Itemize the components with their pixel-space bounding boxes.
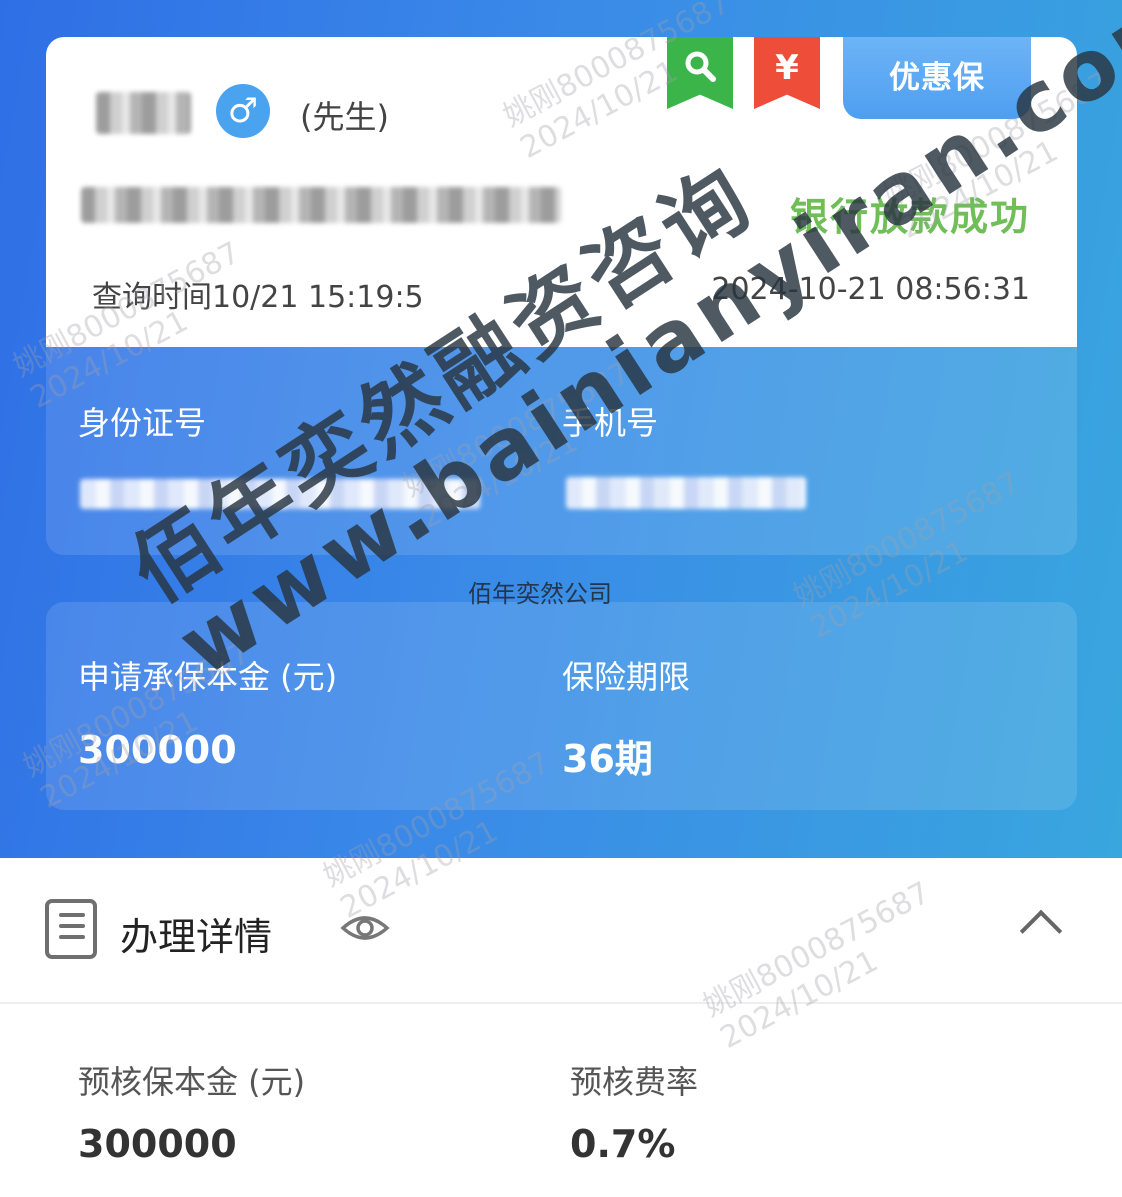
term-value: 36期 bbox=[562, 737, 653, 781]
customer-detail-redacted bbox=[81, 187, 561, 223]
phone-number-label: 手机号 bbox=[562, 404, 659, 442]
phone-number-redacted bbox=[566, 477, 806, 509]
term-label: 保险期限 bbox=[562, 658, 691, 696]
male-gender-icon: ♂ bbox=[216, 84, 270, 138]
precheck-principal-label: 预核保本金 (元) bbox=[78, 1063, 306, 1101]
details-body: 预核保本金 (元) 300000 预核费率 0.7% bbox=[0, 1004, 1122, 1197]
details-section-header[interactable]: 办理详情 bbox=[0, 858, 1122, 1004]
chevron-up-icon[interactable] bbox=[1019, 909, 1063, 953]
yuan-icon: ¥ bbox=[775, 48, 799, 88]
document-list-icon bbox=[45, 899, 97, 959]
search-icon bbox=[685, 51, 716, 82]
id-number-label: 身份证号 bbox=[78, 404, 207, 442]
query-time: 查询时间10/21 15:19:5 bbox=[92, 280, 424, 315]
promo-tab[interactable]: 优惠保 bbox=[843, 37, 1031, 119]
customer-title: (先生) bbox=[300, 98, 389, 136]
identity-card bbox=[46, 347, 1077, 555]
loan-status: 银行放款成功 bbox=[789, 195, 1030, 239]
eye-icon[interactable] bbox=[340, 908, 390, 948]
precheck-rate-value: 0.7% bbox=[570, 1122, 676, 1166]
precheck-principal-value: 300000 bbox=[78, 1122, 237, 1166]
details-title: 办理详情 bbox=[120, 915, 273, 959]
precheck-rate-label: 预核费率 bbox=[570, 1063, 699, 1101]
id-number-redacted bbox=[80, 479, 480, 509]
principal-value: 300000 bbox=[78, 728, 237, 772]
issue-time: 2024-10-21 08:56:31 bbox=[711, 272, 1030, 307]
customer-name-redacted bbox=[96, 92, 191, 134]
principal-label: 申请承保本金 (元) bbox=[78, 658, 338, 696]
